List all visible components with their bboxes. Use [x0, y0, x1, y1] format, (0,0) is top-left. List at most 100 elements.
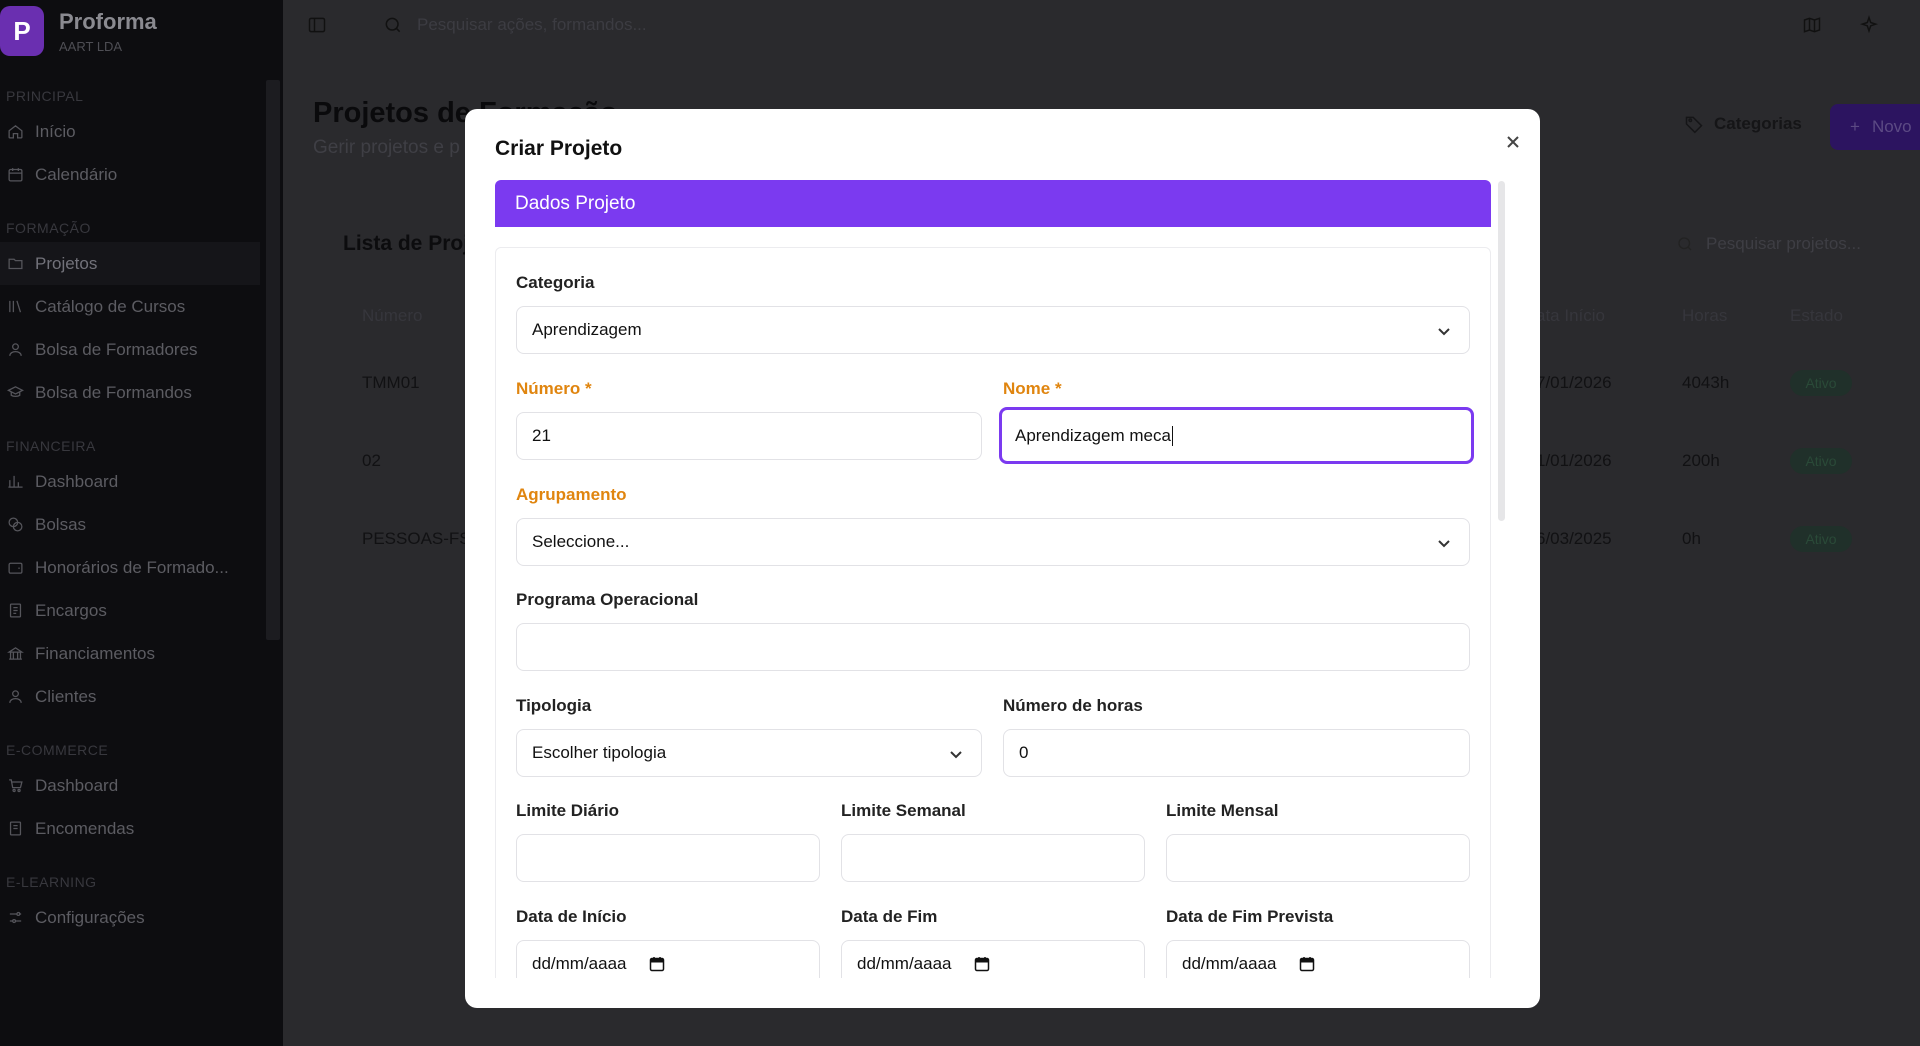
status-badge: Ativo	[1790, 370, 1852, 396]
chevron-down-icon	[1437, 323, 1451, 337]
list-title: Lista de Proje	[343, 232, 481, 255]
nome-input[interactable]: Aprendizagem meca	[999, 407, 1474, 464]
sidebar-item-clientes[interactable]: Clientes	[0, 675, 260, 718]
close-icon	[1507, 136, 1519, 148]
search-icon	[1678, 237, 1692, 251]
table-cell-numero: 02	[362, 451, 381, 470]
sidebar-item-dashboard-ecommerce[interactable]: Dashboard	[0, 764, 260, 807]
horas-label: Número de horas	[1003, 696, 1143, 715]
sidebar-item-honorarios[interactable]: Honorários de Formado...	[0, 546, 260, 589]
sidebar-item-label: Encargos	[35, 600, 107, 620]
nav-section-title: FINANCEIRA	[6, 438, 96, 454]
sparkles-icon[interactable]	[1859, 15, 1881, 37]
column-header-estado[interactable]: Estado	[1790, 306, 1843, 326]
sidebar-item-label: Encomendas	[35, 818, 135, 838]
calendar-icon[interactable]	[1299, 956, 1315, 972]
horas-input[interactable]: 0	[1003, 729, 1470, 777]
data-fim-prevista-value: dd/mm/aaaa	[1182, 954, 1277, 973]
chevron-down-icon	[949, 746, 963, 760]
table-cell-data: 1/01/2026	[1536, 451, 1612, 470]
folder-icon	[6, 255, 24, 273]
library-icon	[6, 298, 24, 316]
tipologia-select[interactable]: Escolher tipologia	[516, 729, 982, 777]
home-icon	[6, 123, 24, 141]
sidebar-item-bolsas[interactable]: Bolsas	[0, 503, 260, 546]
sidebar-item-formandos[interactable]: Bolsa de Formandos	[0, 371, 260, 414]
limite-semanal-input[interactable]	[841, 834, 1145, 882]
close-button[interactable]	[1499, 128, 1527, 156]
agrupamento-label: Agrupamento	[516, 485, 627, 504]
nav-section-title: E-LEARNING	[6, 874, 97, 890]
categories-button-label: Categorias	[1714, 114, 1802, 133]
numero-input[interactable]: 21	[516, 412, 982, 460]
data-fim-prevista-input[interactable]: dd/mm/aaaa	[1166, 940, 1470, 978]
nav-section-title: PRINCIPAL	[6, 88, 84, 104]
data-fim-value: dd/mm/aaaa	[857, 954, 952, 973]
data-inicio-label: Data de Início	[516, 907, 627, 926]
page-subtitle: Gerir projetos e p	[313, 137, 460, 158]
column-header-numero[interactable]: Número	[362, 306, 422, 326]
categoria-value: Aprendizagem	[532, 320, 642, 339]
nav-section-title: FORMAÇÃO	[6, 220, 91, 236]
limite-diario-label: Limite Diário	[516, 801, 619, 820]
section-header: Dados Projeto	[495, 180, 1491, 227]
numero-value: 21	[532, 426, 551, 445]
limite-semanal-label: Limite Semanal	[841, 801, 966, 820]
chevron-down-icon	[1437, 535, 1451, 549]
column-header-data-inicio[interactable]: ata Início	[1536, 306, 1605, 326]
bank-icon	[6, 645, 24, 663]
data-fim-input[interactable]: dd/mm/aaaa	[841, 940, 1145, 978]
sidebar-item-projetos[interactable]: Projetos	[0, 242, 260, 285]
brand[interactable]: P Proforma AART LDA	[0, 6, 157, 56]
list-search-placeholder: Pesquisar projetos...	[1706, 234, 1861, 253]
sidebar-item-label: Bolsas	[35, 514, 87, 534]
brand-logo: P	[0, 6, 44, 56]
programa-input[interactable]	[516, 623, 1470, 671]
text-caret	[1171, 425, 1173, 446]
project-form: Dados Projeto Categoria Aprendizagem Núm…	[495, 180, 1491, 978]
sidebar-item-encomendas[interactable]: Encomendas	[0, 807, 260, 850]
sidebar-item-financiamentos[interactable]: Financiamentos	[0, 632, 260, 675]
create-project-modal: Criar Projeto Dados Projeto Categoria Ap…	[465, 109, 1540, 1008]
table-cell-numero: PESSOAS-FS	[362, 529, 471, 548]
modal-scrollbar[interactable]	[1498, 181, 1505, 521]
list-search-input[interactable]: Pesquisar projetos...	[1660, 225, 1920, 263]
calendar-icon[interactable]	[974, 956, 990, 972]
categories-button[interactable]: Categorias	[1684, 114, 1802, 134]
document-icon	[6, 820, 24, 838]
limite-diario-input[interactable]	[516, 834, 820, 882]
table-cell-numero: TMM01	[362, 373, 420, 392]
horas-value: 0	[1019, 743, 1029, 762]
sidebar-item-dashboard-financeira[interactable]: Dashboard	[0, 460, 260, 503]
bar-chart-icon	[6, 473, 24, 491]
sidebar-item-label: Dashboard	[35, 775, 119, 795]
wallet-icon	[6, 559, 24, 577]
cart-icon	[6, 777, 24, 795]
sidebar-item-configuracoes[interactable]: Configurações	[0, 896, 260, 939]
column-header-horas[interactable]: Horas	[1682, 306, 1727, 326]
sidebar-scrollbar[interactable]	[266, 80, 280, 640]
limite-mensal-input[interactable]	[1166, 834, 1470, 882]
sidebar-item-label: Início	[35, 121, 76, 141]
table-cell-horas: 4043h	[1682, 373, 1730, 392]
sidebar-item-catalogo[interactable]: Catálogo de Cursos	[0, 285, 260, 328]
sidebar-item-encargos[interactable]: Encargos	[0, 589, 260, 632]
calendar-icon[interactable]	[649, 956, 665, 972]
users-icon	[6, 341, 24, 359]
numero-label: Número *	[516, 379, 592, 398]
categoria-select[interactable]: Aprendizagem	[516, 306, 1470, 354]
agrupamento-select[interactable]: Seleccione...	[516, 518, 1470, 566]
new-project-button[interactable]: + Novo	[1830, 104, 1920, 150]
sidebar-item-inicio[interactable]: Início	[0, 110, 260, 153]
sidebar-item-label: Bolsa de Formadores	[35, 339, 198, 359]
sidebar-toggle-icon[interactable]	[307, 15, 329, 37]
global-search[interactable]: Pesquisar ações, formandos...	[383, 15, 647, 35]
programa-label: Programa Operacional	[516, 590, 699, 609]
data-inicio-input[interactable]: dd/mm/aaaa	[516, 940, 820, 978]
map-icon[interactable]	[1802, 15, 1824, 37]
sidebar-item-calendario[interactable]: Calendário	[0, 153, 260, 196]
sidebar-item-label: Bolsa de Formandos	[35, 382, 192, 402]
sidebar-item-formadores[interactable]: Bolsa de Formadores	[0, 328, 260, 371]
sidebar: P Proforma AART LDA PRINCIPAL Início Cal…	[0, 0, 283, 1046]
nome-label: Nome *	[1003, 379, 1062, 398]
